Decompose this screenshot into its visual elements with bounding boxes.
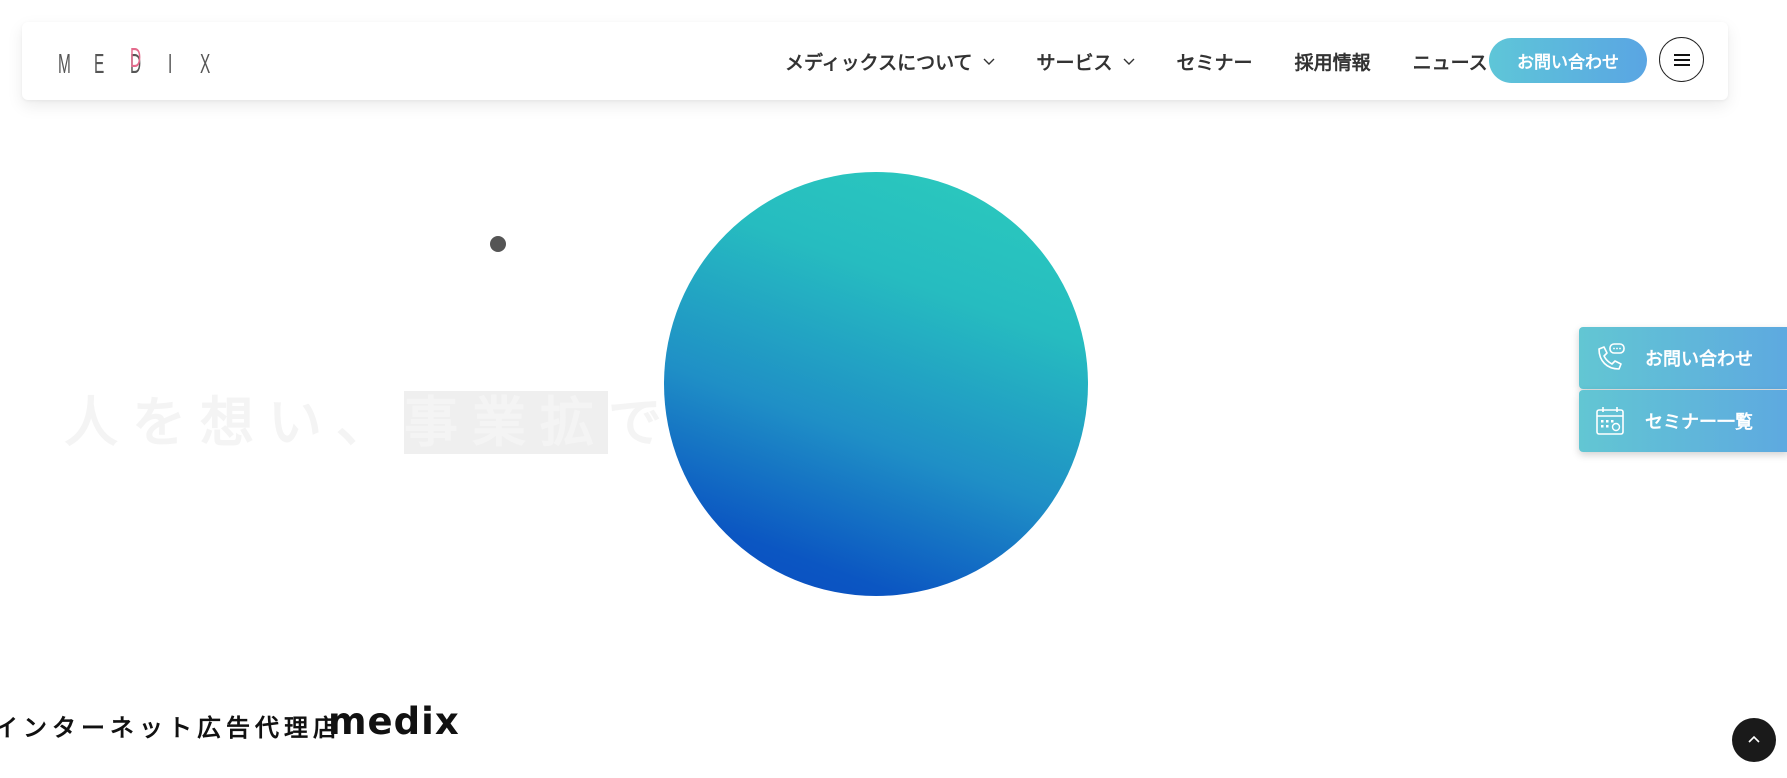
decorative-dot xyxy=(490,236,506,252)
side-tab-contact[interactable]: お問い合わせ xyxy=(1579,327,1787,389)
hamburger-icon xyxy=(1673,53,1690,66)
chevron-down-icon xyxy=(983,58,995,65)
logo-letter: X xyxy=(200,48,211,79)
nav-item-service[interactable]: サービス xyxy=(1016,22,1156,100)
logo-letter: E xyxy=(94,48,105,79)
hero-heading: 人を想い、事業拡でつ xyxy=(64,378,744,457)
nav-item-about[interactable]: メディックスについて xyxy=(764,22,1016,100)
site-logo[interactable]: M E D D I X xyxy=(58,42,238,80)
calendar-icon xyxy=(1596,407,1624,435)
brand-wordmark: medix xyxy=(328,700,460,743)
nav-item-label: セミナー xyxy=(1176,51,1253,74)
company-tagline: インターネット広告代理店 xyxy=(0,714,342,742)
nav-item-label: ニュース xyxy=(1412,51,1488,74)
contact-button[interactable]: お問い合わせ xyxy=(1489,38,1647,83)
nav-item-label: メディックスについて xyxy=(785,51,973,74)
back-to-top-button[interactable] xyxy=(1732,718,1776,762)
nav-item-label: 採用情報 xyxy=(1294,51,1371,74)
phone-chat-icon xyxy=(1598,343,1625,370)
hero-text-before: 人を想い、 xyxy=(64,391,404,454)
site-header: M E D D I X メディックスについて サービス セミナー 採用情報 ニュ… xyxy=(22,22,1728,100)
logo-letter-accent: D xyxy=(130,42,142,73)
menu-button[interactable] xyxy=(1659,37,1704,82)
main-nav: メディックスについて サービス セミナー 採用情報 ニュース xyxy=(764,22,1509,100)
hero-gradient-circle xyxy=(664,172,1088,596)
nav-item-seminar[interactable]: セミナー xyxy=(1156,22,1274,100)
chevron-down-icon xyxy=(1123,58,1135,65)
nav-item-label: サービス xyxy=(1036,51,1113,74)
side-tab-seminar-list[interactable]: セミナー一覧 xyxy=(1579,390,1787,452)
logo-letter: M xyxy=(58,48,71,79)
logo-letter: I xyxy=(168,48,173,79)
nav-item-recruit[interactable]: 採用情報 xyxy=(1274,22,1392,100)
side-tab-label: セミナー一覧 xyxy=(1645,412,1753,433)
hero-text-highlight: 事業拡 xyxy=(404,391,608,454)
side-tab-label: お問い合わせ xyxy=(1645,349,1753,370)
chevron-up-icon xyxy=(1748,735,1760,743)
